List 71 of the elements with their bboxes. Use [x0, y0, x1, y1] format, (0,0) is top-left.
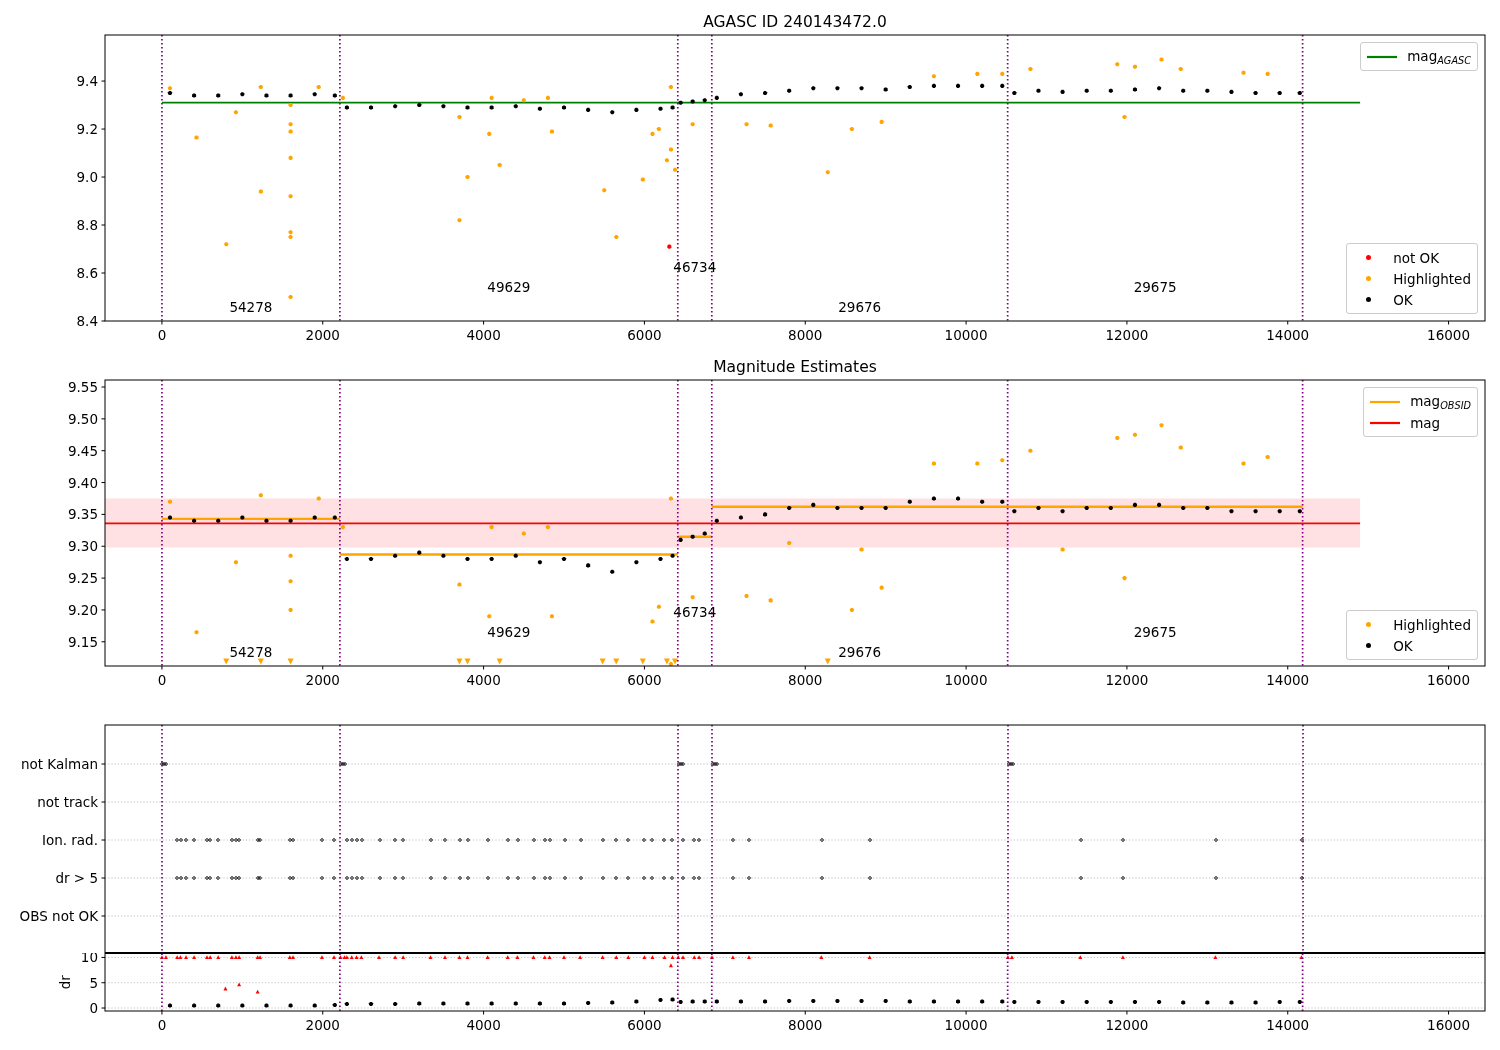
legend-label: mag$_{AGASC}$ [1407, 47, 1471, 66]
tick-label: 0 [89, 1000, 98, 1016]
obsid-label: 54278 [229, 644, 273, 660]
tick-label: 4000 [466, 327, 501, 343]
tick-label: 12000 [1105, 1017, 1149, 1033]
tick-label: 6000 [627, 1017, 662, 1033]
legend-label: OK [1393, 291, 1413, 308]
chart-title: Magnitude Estimates [713, 358, 877, 376]
tick-label: Ion. rad. [41, 832, 98, 848]
tick-label: 9.2 [76, 121, 98, 138]
tick-label: 8000 [788, 672, 823, 688]
obsid-label: 29675 [1133, 624, 1177, 640]
tick-label: 8.6 [76, 265, 98, 281]
tick-label: 8.8 [76, 217, 98, 234]
obsid-label: 54278 [229, 299, 273, 315]
tick-label: 2000 [305, 672, 340, 688]
legend-label: OK [1393, 637, 1413, 654]
obsid-label: 49629 [487, 624, 531, 640]
tick-label: 14000 [1266, 1017, 1310, 1033]
tick-label: dr > 5 [55, 870, 98, 886]
chart-title: AGASC ID 240143472.0 [703, 13, 887, 31]
tick-label: 9.55 [67, 379, 98, 395]
tick-label: 8000 [788, 327, 823, 343]
axis-label: dr [57, 975, 73, 990]
obsid-label: 29675 [1133, 279, 1177, 295]
tick-label: 9.40 [67, 474, 98, 491]
tick-label: OBS not OK [19, 908, 98, 924]
tick-label: 16000 [1427, 1017, 1471, 1033]
legend-label: Highlighted [1393, 616, 1471, 633]
tick-label: 2000 [305, 327, 340, 343]
tick-label: 9.45 [67, 442, 98, 459]
tick-label: 6000 [627, 672, 662, 688]
tick-label: 9.0 [76, 169, 98, 186]
tick-label: 12000 [1105, 672, 1149, 688]
legend-label: mag [1410, 414, 1441, 431]
tick-label: 10000 [944, 1017, 988, 1033]
obsid-label: 49629 [487, 279, 531, 295]
tick-label: 4000 [466, 1017, 501, 1033]
tick-label: 0 [157, 672, 167, 688]
tick-label: 6000 [627, 327, 662, 343]
legend-label: not OK [1393, 249, 1440, 266]
tick-label: 9.50 [67, 410, 98, 427]
tick-label: 10 [80, 953, 98, 966]
tick-label: 9.15 [67, 633, 98, 650]
tick-label: 14000 [1266, 672, 1310, 688]
legend-label: Highlighted [1393, 270, 1471, 287]
obsid-label: 46734 [673, 259, 717, 275]
tick-label: 0 [157, 327, 167, 343]
tick-label: 0 [157, 1017, 167, 1033]
tick-label: 10000 [944, 672, 988, 688]
legend-label: mag$_{OBSID}$ [1410, 392, 1471, 411]
tick-label: 10000 [944, 327, 988, 343]
tick-label: 9.30 [67, 538, 98, 555]
tick-label: 9.20 [67, 601, 98, 618]
obsid-label: 29676 [838, 644, 882, 660]
tick-label: 9.35 [67, 506, 98, 523]
tick-label: 16000 [1427, 672, 1471, 688]
tick-label: 9.25 [67, 570, 98, 587]
tick-label: 8.4 [76, 313, 98, 329]
tick-label: not Kalman [20, 756, 98, 772]
tick-label: 5 [89, 974, 98, 991]
tick-label: not track [37, 794, 98, 810]
tick-label: 4000 [466, 672, 501, 688]
obsid-label: 46734 [673, 604, 717, 620]
tick-label: 16000 [1427, 327, 1471, 343]
obsid-label: 29676 [838, 299, 882, 315]
tick-label: 14000 [1266, 327, 1310, 343]
tick-label: 2000 [305, 1017, 340, 1033]
tick-label: 8000 [788, 1017, 823, 1033]
tick-label: 9.4 [76, 73, 98, 90]
tick-label: 12000 [1105, 327, 1149, 343]
